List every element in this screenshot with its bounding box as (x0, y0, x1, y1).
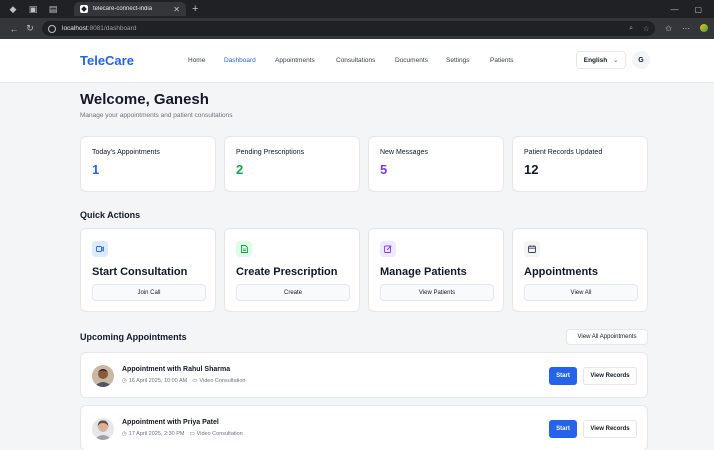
view-all-appointments-button[interactable]: View All Appointments (566, 329, 648, 345)
browser-tab[interactable]: telecare-connect-india ✕ (74, 2, 186, 16)
page-title: Welcome, Ganesh (80, 91, 209, 108)
view-records-button[interactable]: View Records (583, 420, 637, 438)
browser-app-icon[interactable]: ◆ (6, 2, 20, 16)
nav-link-documents[interactable]: Documents (395, 57, 428, 64)
maximize-icon[interactable]: ▢ (694, 5, 702, 14)
quick-action-manage-patients: Manage Patients View Patients (368, 228, 504, 312)
appointment-type: Video Consultation (196, 431, 243, 437)
site-info-icon[interactable] (48, 24, 56, 33)
nav-link-consultations[interactable]: Consultations (336, 57, 375, 64)
stat-label: Pending Prescriptions (236, 149, 305, 156)
quick-action-title: Manage Patients (380, 266, 467, 278)
upcoming-appointments-title: Upcoming Appointments (80, 332, 187, 342)
tab-favicon-icon (80, 5, 88, 13)
quick-actions-title: Quick Actions (80, 210, 141, 220)
stat-value: 1 (92, 162, 100, 177)
bookmark-star-icon[interactable]: ☆ (643, 25, 649, 33)
nav-link-home[interactable]: Home (188, 57, 205, 64)
tab-actions-icon[interactable]: ▤ (46, 2, 60, 16)
tab-title: telecare-connect-india (93, 6, 153, 12)
language-label: English (583, 56, 608, 64)
stat-card-new-messages: New Messages 5 (368, 136, 504, 192)
join-call-button[interactable]: Join Call (92, 284, 206, 301)
back-icon[interactable]: ← (6, 24, 22, 34)
window-controls: — ▢ (670, 5, 714, 14)
clock-icon: ◷ (122, 431, 127, 437)
appointment-type: Video Consultation (199, 378, 246, 384)
new-tab-icon[interactable]: + (192, 3, 198, 15)
tab-groups-icon[interactable]: ▣ (26, 2, 40, 16)
nav-link-appointments[interactable]: Appointments (275, 57, 315, 64)
appointment-datetime: 17 April 2025, 2:30 PM (128, 431, 185, 437)
stat-label: New Messages (380, 149, 428, 156)
favorites-icon[interactable]: ✩ (665, 24, 672, 33)
stat-value: 2 (236, 162, 244, 177)
language-select[interactable]: English ⌄ (576, 51, 626, 69)
edit-icon (380, 241, 396, 257)
video-icon: ▭ (192, 378, 198, 384)
stat-card-todays-appointments: Today's Appointments 1 (80, 136, 216, 192)
file-icon (236, 241, 252, 257)
calendar-icon (524, 241, 540, 257)
appointment-card: Appointment with Priya Patel ◷ 17 April … (80, 405, 648, 450)
view-records-button[interactable]: View Records (583, 367, 637, 385)
create-button[interactable]: Create (236, 284, 350, 301)
address-bar[interactable]: localhost :8081/dashboard ⌕ ☆ (42, 21, 656, 36)
stat-value: 12 (524, 162, 539, 177)
chevron-down-icon: ⌄ (613, 57, 619, 64)
start-button[interactable]: Start (549, 420, 577, 438)
appointment-title: Appointment with Rahul Sharma (122, 366, 231, 373)
nav-link-settings[interactable]: Settings (446, 57, 470, 64)
appointment-datetime: 16 April 2025, 10:00 AM (128, 378, 188, 384)
browser-toolbar-right: ✩ ⋯ (665, 24, 708, 33)
quick-action-create-prescription: Create Prescription Create (224, 228, 360, 312)
stat-label: Patient Records Updated (524, 149, 603, 156)
brand-logo[interactable]: TeleCare (80, 53, 134, 68)
app-navbar: TeleCare Home Dashboard Appointments Consul… (0, 39, 714, 83)
view-patients-button[interactable]: View Patients (380, 284, 494, 301)
quick-action-title: Start Consultation (92, 266, 188, 278)
user-avatar[interactable]: G (632, 51, 650, 69)
reload-icon[interactable]: ↻ (22, 23, 38, 34)
close-tab-icon[interactable]: ✕ (173, 5, 180, 14)
video-icon (92, 241, 108, 257)
quick-action-title: Create Prescription (236, 266, 338, 278)
browser-toolbar: ← ↻ localhost :8081/dashboard ⌕ ☆ ✩ ⋯ (0, 18, 714, 39)
appointment-details: ◷ 16 April 2025, 10:00 AM ▭ Video Consul… (122, 378, 246, 384)
video-icon: ▭ (189, 431, 195, 437)
more-menu-icon[interactable]: ⋯ (682, 24, 690, 33)
url-path: :8081/dashboard (87, 25, 137, 32)
patient-avatar (92, 418, 114, 440)
stat-label: Today's Appointments (92, 149, 160, 156)
browser-profile-icon[interactable] (700, 24, 708, 32)
nav-link-patients[interactable]: Patients (490, 57, 514, 64)
stat-card-patient-records: Patient Records Updated 12 (512, 136, 648, 192)
page-subtitle: Manage your appointments and patient con… (80, 112, 233, 119)
appointment-details: ◷ 17 April 2025, 2:30 PM ▭ Video Consult… (122, 431, 243, 437)
stat-card-pending-prescriptions: Pending Prescriptions 2 (224, 136, 360, 192)
patient-avatar (92, 365, 114, 387)
quick-action-start-consultation: Start Consultation Join Call (80, 228, 216, 312)
appointment-title: Appointment with Priya Patel (122, 419, 219, 426)
browser-tabbar: ◆ ▣ ▤ telecare-connect-india ✕ + — ▢ (0, 0, 714, 18)
url-host: localhost (62, 25, 88, 32)
minimize-icon[interactable]: — (670, 5, 678, 14)
appointment-card: Appointment with Rahul Sharma ◷ 16 April… (80, 352, 648, 398)
quick-action-title: Appointments (524, 266, 598, 278)
view-all-button[interactable]: View All (524, 284, 638, 301)
quick-action-appointments: Appointments View All (512, 228, 648, 312)
start-button[interactable]: Start (549, 367, 577, 385)
search-icon[interactable]: ⌕ (629, 25, 633, 33)
clock-icon: ◷ (122, 378, 127, 384)
nav-link-dashboard[interactable]: Dashboard (224, 57, 256, 64)
stat-value: 5 (380, 162, 388, 177)
